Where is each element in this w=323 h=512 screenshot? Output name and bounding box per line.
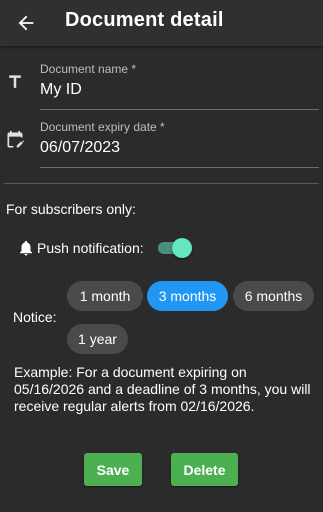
section-divider <box>4 183 319 184</box>
subscribers-section-label: For subscribers only: <box>6 201 136 217</box>
delete-button[interactable]: Delete <box>171 453 238 486</box>
notice-option-6-months[interactable]: 6 months <box>233 281 314 311</box>
arrow-back-icon[interactable] <box>15 12 37 34</box>
push-notification-toggle[interactable] <box>158 238 192 258</box>
notice-option-1-month[interactable]: 1 month <box>67 281 143 311</box>
expiry-date-value[interactable]: 06/07/2023 <box>40 138 319 158</box>
document-name-label: Document name * <box>40 62 137 76</box>
push-notification-label: Push notification: <box>37 240 144 256</box>
calendar-edit-icon <box>7 130 24 148</box>
push-notification-row: Push notification: <box>17 238 144 258</box>
app-bar: Document detail <box>0 0 323 46</box>
expiry-date-field[interactable]: Document expiry date * 06/07/2023 <box>40 120 319 168</box>
bell-icon <box>20 240 32 256</box>
notice-option-1-year[interactable]: 1 year <box>67 324 128 354</box>
document-name-field[interactable]: Document name * My ID <box>40 62 319 110</box>
expiry-date-label: Document expiry date * <box>40 120 165 134</box>
example-text: Example: For a document expiring on 05/1… <box>14 364 311 414</box>
notice-option-3-months[interactable]: 3 months <box>147 281 228 311</box>
notice-label: Notice: <box>13 309 57 325</box>
text-icon <box>9 75 21 88</box>
toggle-thumb <box>172 238 192 258</box>
document-name-value[interactable]: My ID <box>40 80 319 100</box>
save-button[interactable]: Save <box>84 453 142 486</box>
page-title: Document detail <box>65 9 224 31</box>
